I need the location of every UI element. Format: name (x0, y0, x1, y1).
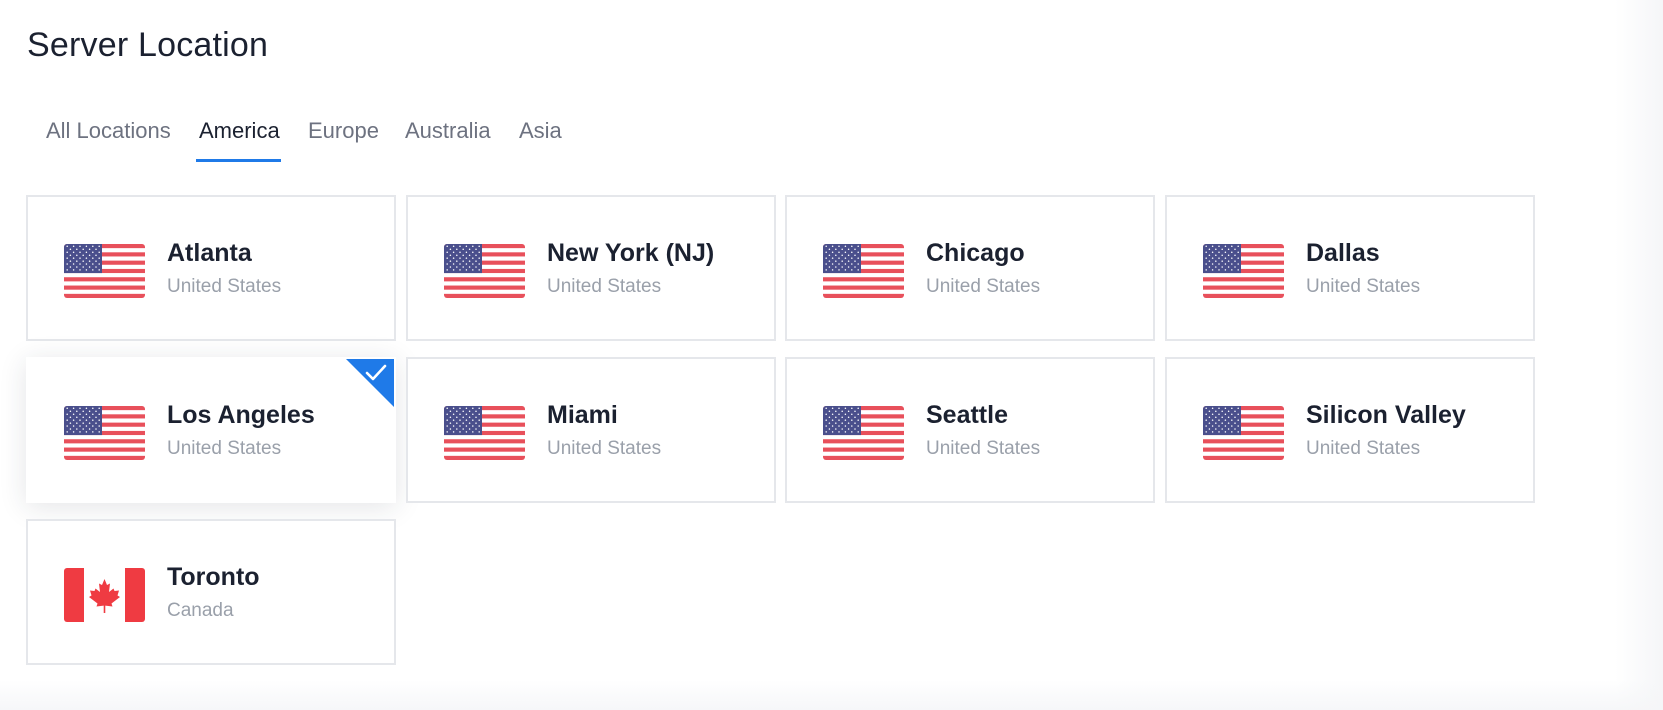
location-card-dallas[interactable]: Dallas United States (1165, 195, 1535, 341)
location-country: United States (926, 276, 1041, 297)
location-city: Silicon Valley (1306, 401, 1466, 429)
location-country: Canada (167, 600, 234, 621)
us-flag-icon (444, 244, 525, 298)
location-city: Miami (547, 401, 618, 429)
location-country: United States (1306, 438, 1421, 459)
location-card-chicago[interactable]: Chicago United States (785, 195, 1155, 341)
tab-all-locations[interactable]: All Locations (46, 110, 171, 160)
us-flag-icon (64, 406, 145, 460)
location-card-silicon-valley[interactable]: Silicon Valley United States (1165, 357, 1535, 503)
location-card-atlanta[interactable]: Atlanta United States (26, 195, 396, 341)
location-country: United States (167, 438, 282, 459)
tab-america[interactable]: America (199, 110, 280, 160)
location-country: United States (1306, 276, 1421, 297)
tab-europe[interactable]: Europe (308, 110, 379, 160)
page-edge-shade (1615, 0, 1663, 710)
location-country: United States (547, 276, 662, 297)
location-country: United States (547, 438, 662, 459)
location-city: Dallas (1306, 239, 1380, 267)
tab-australia[interactable]: Australia (405, 110, 491, 160)
location-card-new-york[interactable]: New York (NJ) United States (406, 195, 776, 341)
location-card-los-angeles[interactable]: Los Angeles United States (26, 357, 396, 503)
location-card-seattle[interactable]: Seattle United States (785, 357, 1155, 503)
location-country: United States (167, 276, 282, 297)
location-city: Toronto (167, 563, 260, 591)
location-city: New York (NJ) (547, 239, 715, 267)
us-flag-icon (823, 406, 904, 460)
page-title: Server Location (27, 26, 269, 64)
location-city: Seattle (926, 401, 1008, 429)
location-country: United States (926, 438, 1041, 459)
location-card-toronto[interactable]: Toronto Canada (26, 519, 396, 665)
location-card-miami[interactable]: Miami United States (406, 357, 776, 503)
us-flag-icon (823, 244, 904, 298)
region-tabs: All Locations America Europe Australia A… (0, 110, 700, 162)
selected-check-icon (344, 359, 394, 409)
location-city: Atlanta (167, 239, 252, 267)
us-flag-icon (444, 406, 525, 460)
us-flag-icon (1203, 244, 1284, 298)
us-flag-icon (1203, 406, 1284, 460)
us-flag-icon (64, 244, 145, 298)
canada-flag-icon (64, 568, 145, 622)
server-location-page: Server Location All Locations America Eu… (0, 0, 1663, 710)
location-city: Los Angeles (167, 401, 315, 429)
location-city: Chicago (926, 239, 1025, 267)
active-tab-indicator (196, 159, 281, 162)
page-bottom-shade (0, 680, 1663, 710)
tab-asia[interactable]: Asia (519, 110, 562, 160)
